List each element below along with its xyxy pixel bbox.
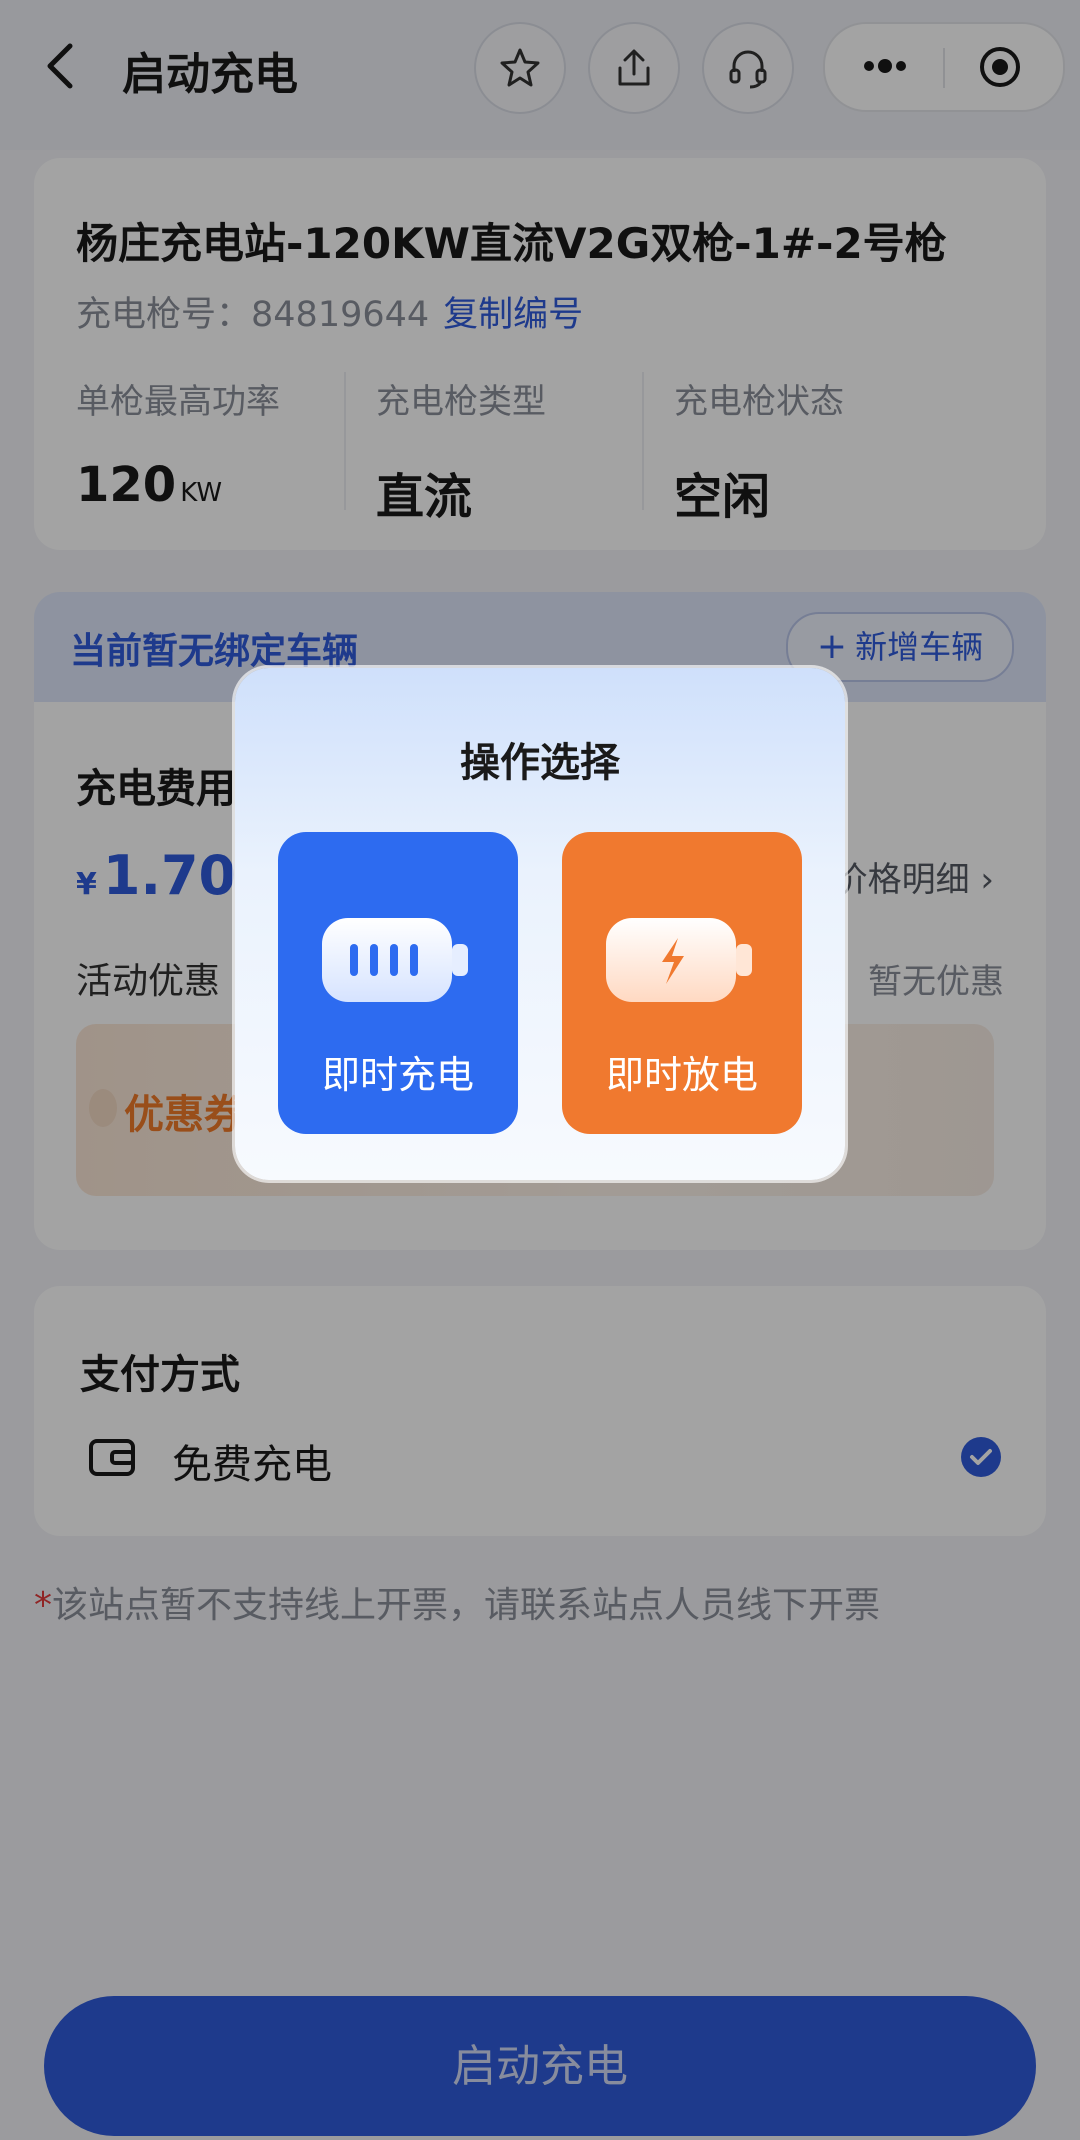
instant-charge-label: 即时充电 (321, 1053, 474, 1097)
battery-discharge-icon (606, 918, 752, 1002)
instant-discharge-label: 即时放电 (605, 1053, 758, 1097)
instant-discharge-option[interactable]: 即时放电 (562, 832, 802, 1134)
modal-title: 操作选择 (460, 740, 620, 786)
battery-charge-icon (322, 918, 468, 1002)
operation-select-modal: 操作选择 即时充电 即时放电 (235, 668, 845, 1180)
instant-charge-option[interactable]: 即时充电 (278, 832, 518, 1134)
